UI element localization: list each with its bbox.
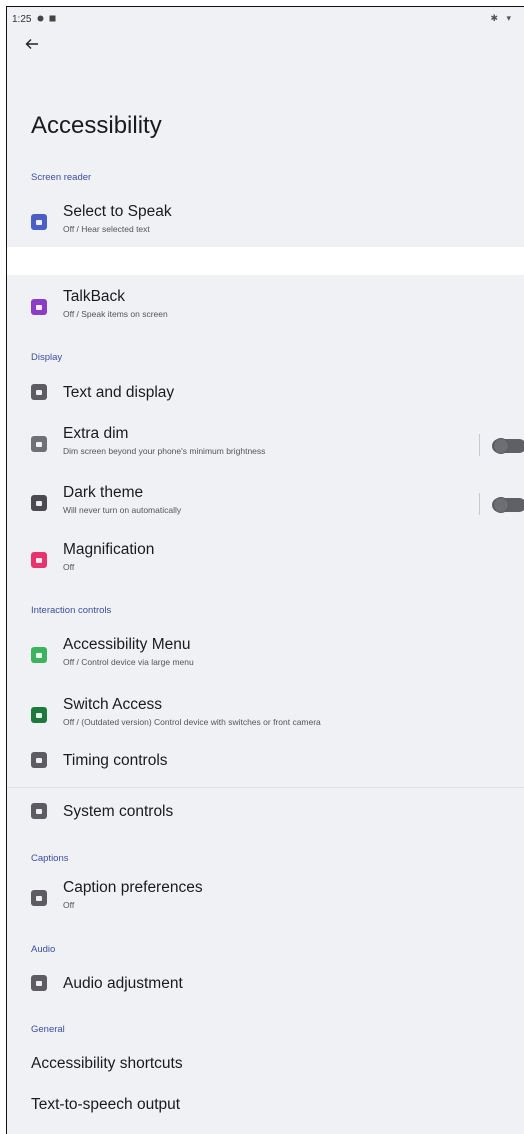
accessibility-menu-item[interactable]: Accessibility Menu Off / Control device … xyxy=(7,635,524,677)
notification-status-icon xyxy=(49,14,56,22)
toggle-divider xyxy=(479,434,480,456)
text-and-display-item[interactable]: Text and display xyxy=(7,379,524,409)
dark-theme-icon xyxy=(31,495,47,511)
item-title: System controls xyxy=(63,803,174,820)
item-subtitle: Off / (Outdated version) Control device … xyxy=(63,717,321,727)
item-subtitle: Off / Control device via large menu xyxy=(63,657,194,667)
section-audio: Audio xyxy=(31,944,56,955)
settings-status-icon xyxy=(37,14,44,22)
dark-theme-item[interactable]: Dark theme Will never turn on automatica… xyxy=(7,483,524,525)
brightness-icon xyxy=(31,436,47,452)
back-arrow-icon xyxy=(25,39,38,49)
item-subtitle: Off / Speak items on screen xyxy=(63,309,168,319)
item-title: Magnification xyxy=(63,541,155,558)
screen: 1:25 ✱ ▾ Accessibility Screen reader Sel… xyxy=(6,6,524,1134)
audio-icon xyxy=(31,975,47,991)
item-subtitle: Will never turn on automatically xyxy=(63,505,182,515)
item-title: Accessibility shortcuts xyxy=(31,1055,183,1072)
menu-grid-icon xyxy=(31,647,47,663)
item-subtitle: Off xyxy=(63,900,75,910)
item-title: Timing controls xyxy=(63,752,168,769)
item-title: Switch Access xyxy=(63,696,163,713)
talkback-icon xyxy=(31,299,47,315)
section-interaction-controls: Interaction controls xyxy=(31,605,112,616)
item-title: Extra dim xyxy=(63,425,129,442)
item-title: Select to Speak xyxy=(63,203,172,220)
signal-icons: ✱ ▾ xyxy=(490,13,514,23)
extra-dim-item[interactable]: Extra dim Dim screen beyond your phone's… xyxy=(7,424,524,466)
item-title: Accessibility Menu xyxy=(63,636,191,653)
section-captions: Captions xyxy=(31,853,69,864)
item-subtitle: Off xyxy=(63,562,75,572)
text-to-speech-output-item[interactable]: Text-to-speech output xyxy=(7,1091,524,1121)
magnify-icon xyxy=(31,552,47,568)
text-display-icon xyxy=(31,384,47,400)
separator-gap xyxy=(7,247,524,275)
switch-icon xyxy=(31,707,47,723)
item-title: Audio adjustment xyxy=(63,975,183,992)
toggle-knob xyxy=(493,438,509,454)
page-title: Accessibility xyxy=(31,112,162,139)
item-title: Caption preferences xyxy=(63,879,203,896)
item-subtitle: Off / Hear selected text xyxy=(63,224,150,234)
toggle-divider xyxy=(479,493,480,515)
audio-adjustment-item[interactable]: Audio adjustment xyxy=(7,970,524,1000)
caption-icon xyxy=(31,890,47,906)
item-title: Dark theme xyxy=(63,484,144,501)
dark-theme-toggle[interactable] xyxy=(492,497,524,513)
item-title: Text-to-speech output xyxy=(31,1096,181,1113)
system-controls-item[interactable]: System controls xyxy=(7,798,524,828)
timer-icon xyxy=(31,752,47,768)
switch-access-item[interactable]: Switch Access Off / (Outdated version) C… xyxy=(7,695,524,737)
toggle-knob xyxy=(493,497,509,513)
talkback-item[interactable]: TalkBack Off / Speak items on screen xyxy=(7,287,524,332)
magnification-item[interactable]: Magnification Off xyxy=(7,540,524,582)
accessibility-shortcuts-item[interactable]: Accessibility shortcuts xyxy=(7,1050,524,1080)
caption-preferences-item[interactable]: Caption preferences Off xyxy=(7,878,524,920)
timing-controls-item[interactable]: Timing controls xyxy=(7,747,524,777)
system-icon xyxy=(31,803,47,819)
section-general: General xyxy=(31,1024,65,1035)
extra-dim-toggle[interactable] xyxy=(492,438,524,454)
speaker-icon xyxy=(31,214,47,230)
section-display: Display xyxy=(31,352,63,363)
item-subtitle: Dim screen beyond your phone's minimum b… xyxy=(63,446,266,456)
section-screen-reader: Screen reader xyxy=(31,172,92,183)
item-title: Text and display xyxy=(63,384,175,401)
back-button[interactable] xyxy=(25,37,49,57)
status-bar: 1:25 ✱ ▾ xyxy=(7,7,524,31)
select-to-speak-item[interactable]: Select to Speak Off / Hear selected text xyxy=(7,202,524,247)
item-title: TalkBack xyxy=(63,288,126,305)
status-time: 1:25 xyxy=(12,14,32,25)
list-divider xyxy=(7,787,524,788)
